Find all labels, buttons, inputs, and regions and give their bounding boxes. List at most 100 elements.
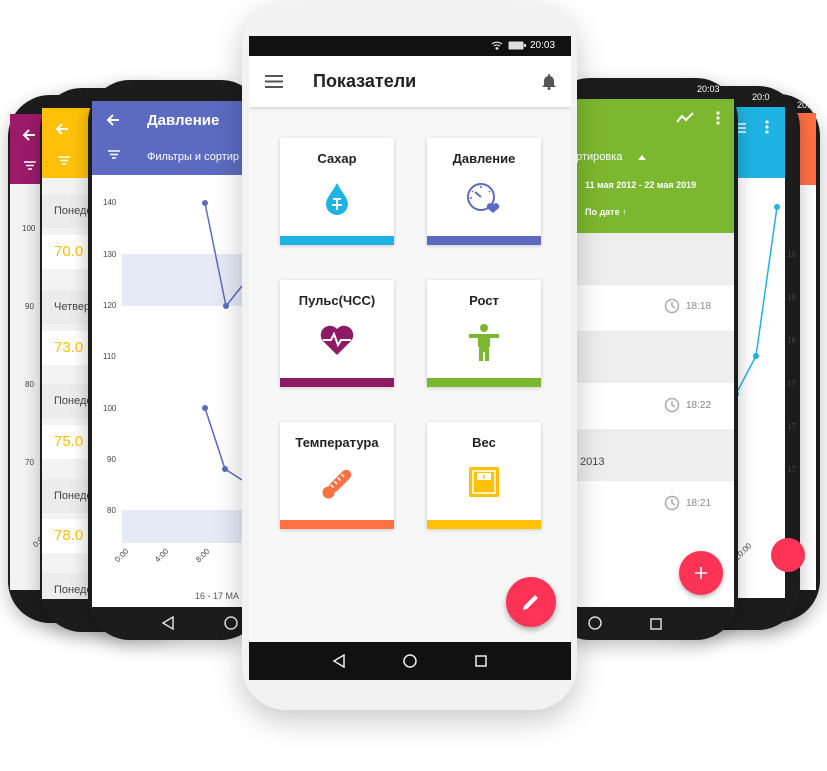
edit-fab[interactable] [506,577,556,627]
nav-home-icon[interactable] [224,616,238,635]
battery-icon [508,41,526,50]
status-time: 20:03 [697,84,720,94]
back-arrow-icon[interactable] [55,122,69,136]
filter-icon[interactable] [58,156,70,165]
green-app-bar: ортировка 11 мая 2012 - 22 мая 2019 По д… [568,99,734,233]
y-tick: 100 [22,224,36,233]
bell-icon[interactable] [542,73,556,90]
drop-icon [325,182,349,216]
tile-color-bar [427,236,541,245]
tile-color-bar [427,378,541,387]
clock-icon [664,495,680,511]
data-point [774,204,780,210]
tile-color-bar [280,520,394,529]
tile-label: Рост [469,293,499,308]
y-tick: 130 [103,250,117,259]
nav-back-icon[interactable] [161,615,175,635]
add-fab[interactable] [771,538,805,572]
screen-pressure: Давление Фильтры и сортир 140 130 120 11… [92,101,252,607]
menu-icon[interactable] [265,75,283,88]
list-section-header [568,331,734,383]
data-point [202,405,208,411]
page-title: Показатели [313,71,417,91]
status-time: 20:03 [530,40,556,51]
y-tick: 17 [787,379,796,388]
data-point [222,466,228,472]
status-time: 20:0 [797,100,815,110]
back-arrow-icon[interactable] [106,113,120,127]
y-tick: 80 [107,506,116,515]
section-year: 2013 [580,456,605,468]
tile-label: Вес [472,435,496,450]
tile-temperature[interactable]: Температура [280,422,394,529]
screen-green: ортировка 11 мая 2012 - 22 мая 2019 По д… [568,99,734,607]
nav-home-icon[interactable] [588,616,602,635]
main-screen: 20:03 Показатели Сахар Давление Пульс(ЧС… [249,36,571,642]
clock-icon [664,397,680,413]
y-tick: 90 [25,302,34,311]
tile-color-bar [427,520,541,529]
sugar-line [735,206,778,395]
tile-color-bar [280,236,394,245]
tile-pulse[interactable]: Пульс(ЧСС) [280,280,394,387]
tile-label: Температура [295,435,379,450]
data-point [202,200,208,206]
date-range-label[interactable]: 11 мая 2012 - 22 мая 2019 [585,180,696,190]
tile-pressure[interactable]: Давление [427,138,541,245]
scale-icon [468,466,500,498]
filter-label[interactable]: Фильтры и сортир [147,151,239,163]
record-time: 18:18 [686,301,712,312]
wifi-icon [491,41,503,51]
person-icon [468,324,500,362]
heart-icon [319,324,355,356]
y-tick: 16 [787,293,796,302]
y-tick: 17 [787,422,796,431]
filter-icon[interactable] [24,161,36,170]
caret-up-icon [638,155,646,160]
y-tick: 140 [103,198,117,207]
tile-color-bar [280,378,394,387]
y-tick: 90 [107,455,116,464]
tile-height[interactable]: Рост [427,280,541,387]
pressure-app-bar: Давление Фильтры и сортир [92,101,252,175]
status-bar: 20:03 [249,36,571,56]
tile-label: Сахар [317,151,357,166]
y-tick: 100 [103,404,117,413]
y-tick: 17 [787,465,796,474]
sort-by-label[interactable]: По дате ↑ [585,207,627,217]
sort-label[interactable]: ортировка [570,151,622,163]
nav-recents-icon[interactable] [475,655,487,667]
tile-label: Пульс(ЧСС) [298,293,376,308]
main-nav-bar [249,642,571,680]
nav-home-icon[interactable] [403,654,417,668]
pressure-chart [122,200,252,543]
pressure-title: Давление [147,112,220,129]
tile-weight[interactable]: Вес [427,422,541,529]
add-fab[interactable] [679,551,723,595]
more-icon[interactable] [765,120,769,134]
list-section-header [568,429,734,481]
main-app-bar: Показатели [249,56,571,107]
more-icon[interactable] [716,111,720,125]
data-point [753,353,759,359]
date-range-label: 16 - 17 МА [195,591,240,601]
y-tick: 120 [103,301,117,310]
nav-recents-icon[interactable] [650,617,662,635]
tile-label: Давление [452,151,516,166]
normal-range-band [122,510,252,543]
y-tick: 110 [103,352,116,361]
plus-icon [695,567,707,579]
gauge-icon [466,182,502,214]
record-time: 18:22 [686,400,712,411]
clock-icon [664,298,680,314]
y-tick: 80 [25,380,34,389]
nav-back-icon[interactable] [332,653,346,669]
y-tick: 70 [25,458,34,467]
chart-icon[interactable] [676,112,694,124]
filter-icon[interactable] [108,150,120,159]
back-arrow-icon[interactable] [22,128,36,142]
y-tick: 16 [787,336,796,345]
thermometer-icon [319,466,355,502]
tile-sugar[interactable]: Сахар [280,138,394,245]
data-point [223,303,229,309]
